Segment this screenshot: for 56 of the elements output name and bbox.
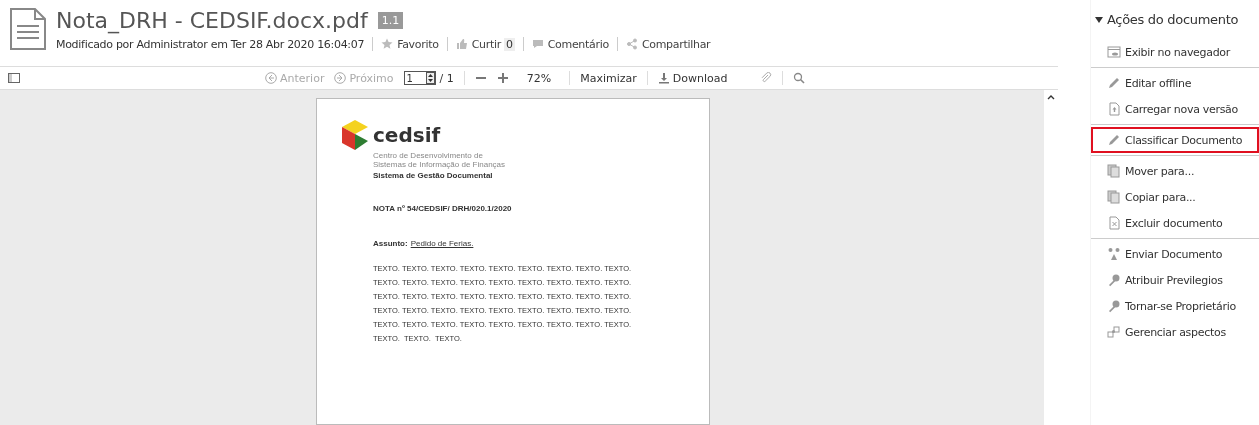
system-name: Sistema de Gestão Documental	[373, 171, 494, 180]
subject-text: Pedido de Ferias.	[410, 239, 474, 248]
zoom-level: 72%	[526, 71, 552, 85]
like-count: 0	[503, 37, 515, 51]
delete-file-icon	[1107, 216, 1121, 230]
maximize-button[interactable]: Maximizar	[580, 71, 637, 85]
download-icon	[657, 72, 670, 84]
share-link[interactable]: Compartilhar	[625, 37, 711, 51]
subject-label: Assunto:	[373, 239, 408, 248]
action-item[interactable]: Gerenciar aspectos	[1091, 319, 1259, 345]
document-icon	[10, 8, 46, 50]
action-item[interactable]: Tornar-se Proprietário	[1091, 293, 1259, 319]
spinner-icon[interactable]	[425, 72, 435, 84]
star-icon	[381, 38, 394, 50]
documents-icon	[1107, 164, 1121, 178]
version-badge: 1.1	[377, 12, 404, 29]
action-item[interactable]: Copiar para...	[1091, 184, 1259, 210]
people-icon	[1107, 247, 1121, 261]
share-icon	[625, 38, 638, 50]
documents-icon	[1107, 190, 1121, 204]
document-title: Nota_DRH - CEDSIF.docx.pdf	[56, 8, 368, 33]
page-total: / 1	[439, 71, 454, 85]
action-item[interactable]: Carregar nova versão	[1091, 96, 1259, 122]
cedsif-logo-icon	[341, 119, 369, 151]
logo-text: cedsif	[373, 123, 441, 147]
pencil-icon	[1107, 76, 1121, 90]
note-number: NOTA nº 54/CEDSIF/ DRH/020.1/2020	[373, 204, 513, 213]
browser-view-icon	[1107, 45, 1121, 59]
action-item[interactable]: Editar offline	[1091, 70, 1259, 96]
thumbs-up-icon	[455, 38, 468, 50]
aspects-icon	[1107, 325, 1121, 339]
like-link[interactable]: Curtir	[455, 37, 501, 51]
action-item[interactable]: Excluir documento	[1091, 210, 1259, 236]
left-arrow-icon	[265, 72, 277, 84]
modified-info: Modificado por Administrator em Ter 28 Abr 2020 16:04:07	[56, 37, 365, 51]
action-item[interactable]: Enviar Documento	[1091, 241, 1259, 267]
action-item[interactable]: Exibir no navegador	[1091, 39, 1259, 65]
logo-subtitle: Centro de Desenvolvimento de Sistemas de Informação de Finanças	[373, 151, 507, 169]
comment-icon	[531, 38, 544, 50]
caret-icon[interactable]	[1095, 15, 1103, 24]
comment-link[interactable]: Comentário	[531, 37, 609, 51]
action-item[interactable]: Classificar Documento	[1091, 127, 1259, 153]
pencil-icon	[1107, 133, 1121, 147]
star-link[interactable]: Favorito	[381, 37, 439, 51]
sidebar-toggle-icon[interactable]	[8, 72, 20, 84]
panel-title: Ações do documento	[1107, 12, 1239, 27]
file-upload-icon	[1107, 102, 1121, 116]
search-icon[interactable]	[792, 72, 805, 84]
key-icon	[1107, 299, 1121, 313]
paperclip-icon[interactable]	[759, 72, 772, 84]
action-item[interactable]: Atribuir Previlegios	[1091, 267, 1259, 293]
page-number-field[interactable]: 1	[403, 71, 436, 85]
key-icon	[1107, 273, 1121, 287]
action-item[interactable]: Mover para...	[1091, 158, 1259, 184]
zoom-in-icon[interactable]	[496, 72, 509, 84]
download-button[interactable]: Download	[657, 71, 728, 85]
